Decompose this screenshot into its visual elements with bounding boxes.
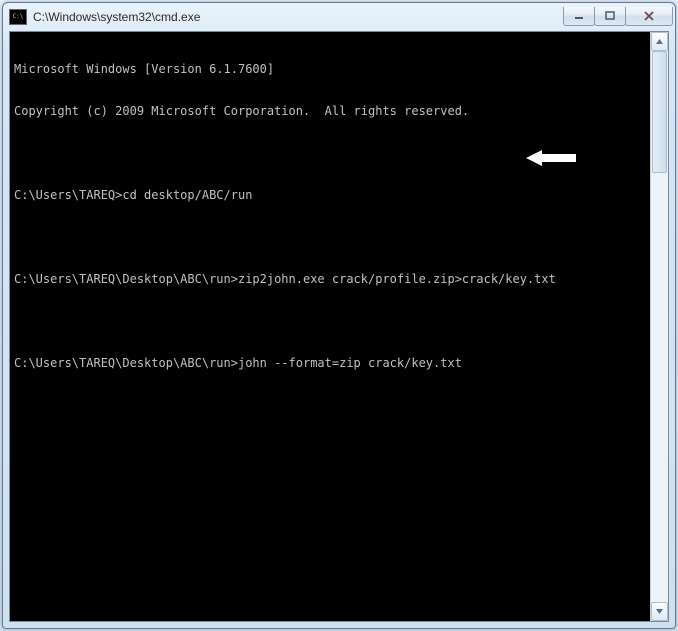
close-button[interactable] [625, 7, 673, 26]
chevron-up-icon [655, 37, 664, 46]
cmd-window: C:\Windows\system32\cmd.exe Microsoft Wi… [2, 2, 676, 629]
scroll-thumb[interactable] [652, 51, 667, 173]
terminal-line [14, 230, 650, 244]
minimize-button[interactable] [563, 7, 595, 26]
terminal-line: Copyright (c) 2009 Microsoft Corporation… [14, 104, 650, 118]
terminal-line: C:\Users\TAREQ\Desktop\ABC\run>john --fo… [14, 356, 650, 370]
maximize-button[interactable] [594, 7, 626, 26]
window-title: C:\Windows\system32\cmd.exe [33, 10, 564, 24]
terminal-line: C:\Users\TAREQ\Desktop\ABC\run>zip2john.… [14, 272, 650, 286]
minimize-icon [574, 11, 584, 21]
terminal-line: Microsoft Windows [Version 6.1.7600] [14, 62, 650, 76]
client-area: Microsoft Windows [Version 6.1.7600] Cop… [9, 31, 669, 622]
terminal-line: C:\Users\TAREQ>cd desktop/ABC/run [14, 188, 650, 202]
scroll-up-button[interactable] [651, 32, 668, 51]
maximize-icon [605, 11, 615, 21]
scroll-down-button[interactable] [651, 602, 668, 621]
window-controls [564, 7, 673, 26]
scroll-track[interactable] [651, 51, 668, 602]
vertical-scrollbar[interactable] [650, 32, 668, 621]
cmd-icon [9, 9, 27, 25]
close-icon [643, 11, 655, 21]
terminal-output[interactable]: Microsoft Windows [Version 6.1.7600] Cop… [10, 32, 650, 621]
chevron-down-icon [655, 607, 664, 616]
terminal-line [14, 146, 650, 160]
titlebar[interactable]: C:\Windows\system32\cmd.exe [3, 3, 675, 31]
terminal-line [14, 314, 650, 328]
